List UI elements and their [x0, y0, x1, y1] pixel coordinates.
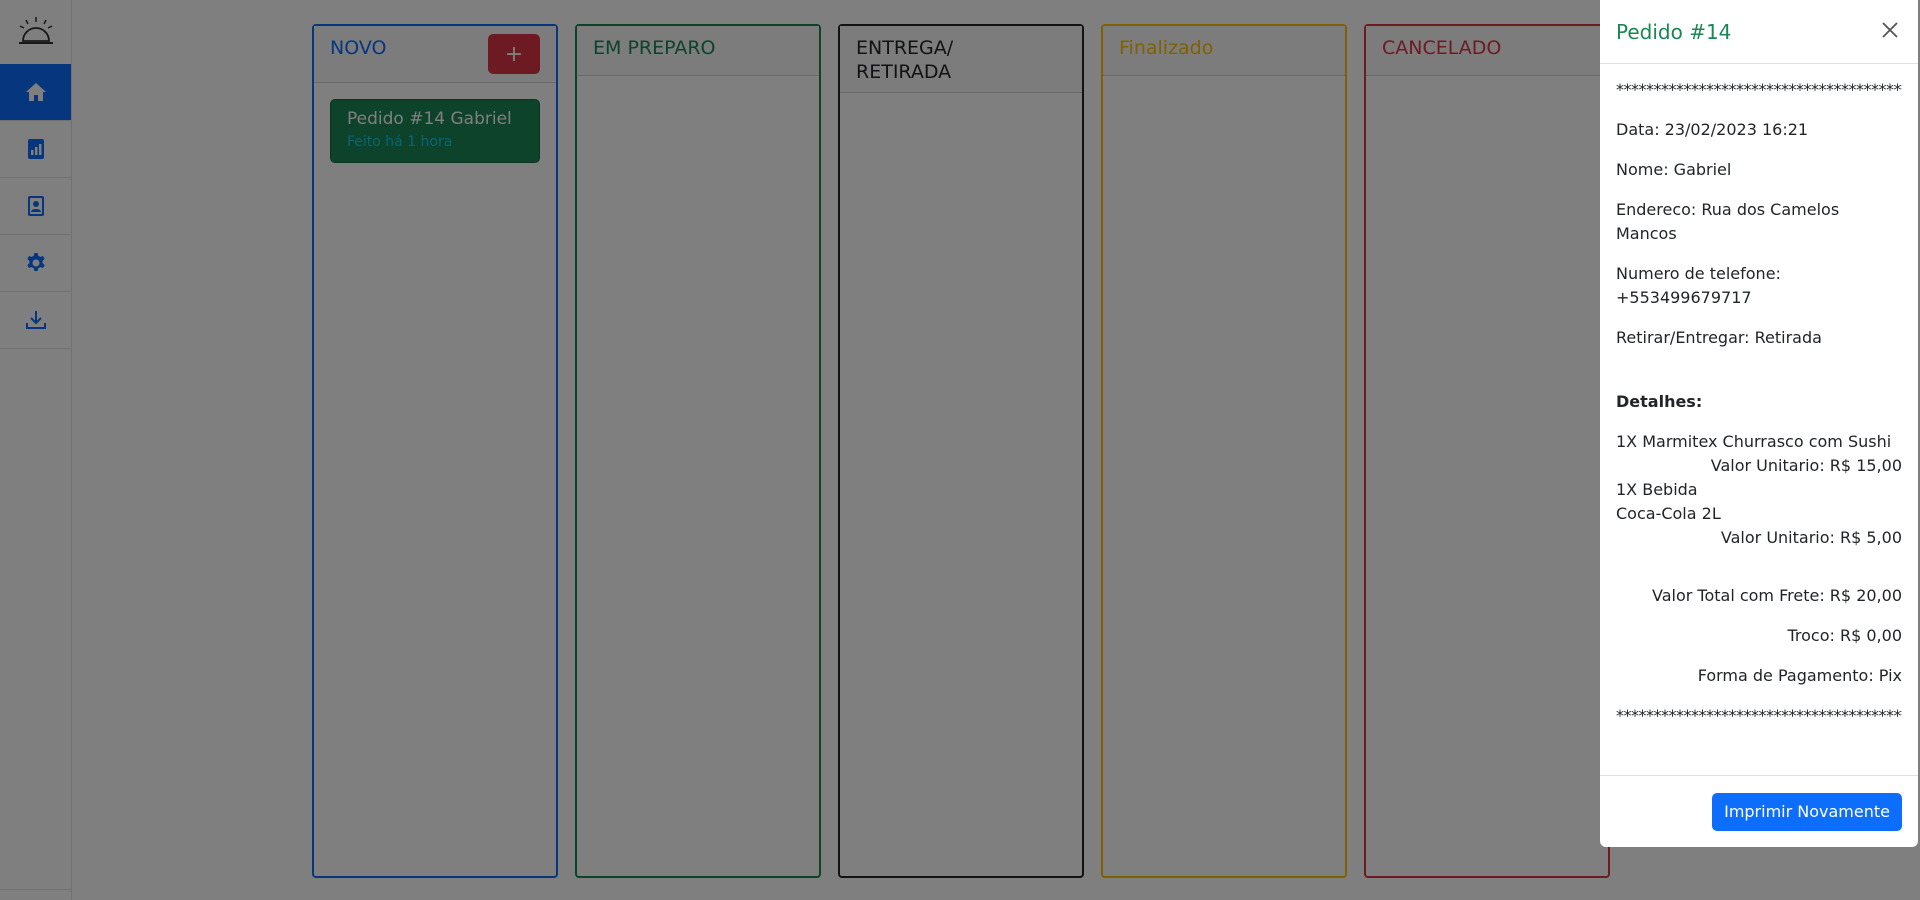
close-icon	[1882, 22, 1898, 38]
item-detail: Coca-Cola 2L	[1616, 504, 1721, 523]
modal-footer: Imprimir Novamente	[1600, 775, 1918, 847]
order-total: Valor Total com Frete: R$ 20,00	[1651, 586, 1902, 605]
details-label: Detalhes:	[1616, 392, 1703, 411]
order-date: Data: 23/02/2023 16:21	[1616, 120, 1809, 139]
order-change: Troco: R$ 0,00	[1787, 626, 1902, 645]
item-price: Valor Unitario: R$ 5,00	[1720, 528, 1902, 547]
item-line: 1X Marmitex Churrasco com Sushi	[1616, 432, 1892, 451]
modal-title: Pedido #14	[1616, 19, 1732, 44]
modal-body: ****************************************…	[1600, 64, 1918, 775]
receipt-separator: ****************************************	[1616, 80, 1902, 99]
order-modal: Pedido #14 *****************************…	[1600, 0, 1918, 847]
item-price: Valor Unitario: R$ 15,00	[1710, 456, 1902, 475]
modal-header: Pedido #14	[1600, 0, 1918, 64]
customer-phone: Numero de telefone: +553499679717	[1616, 264, 1781, 307]
customer-address: Endereco: Rua dos Camelos Mancos	[1616, 200, 1840, 243]
item-line: 1X Bebida	[1616, 480, 1698, 499]
print-again-button[interactable]: Imprimir Novamente	[1712, 792, 1902, 831]
close-button[interactable]	[1878, 20, 1902, 44]
delivery-method: Retirar/Entregar: Retirada	[1616, 328, 1822, 347]
customer-name: Nome: Gabriel	[1616, 160, 1732, 179]
payment-method: Forma de Pagamento: Pix	[1697, 666, 1902, 685]
receipt-separator: ****************************************	[1616, 706, 1902, 725]
